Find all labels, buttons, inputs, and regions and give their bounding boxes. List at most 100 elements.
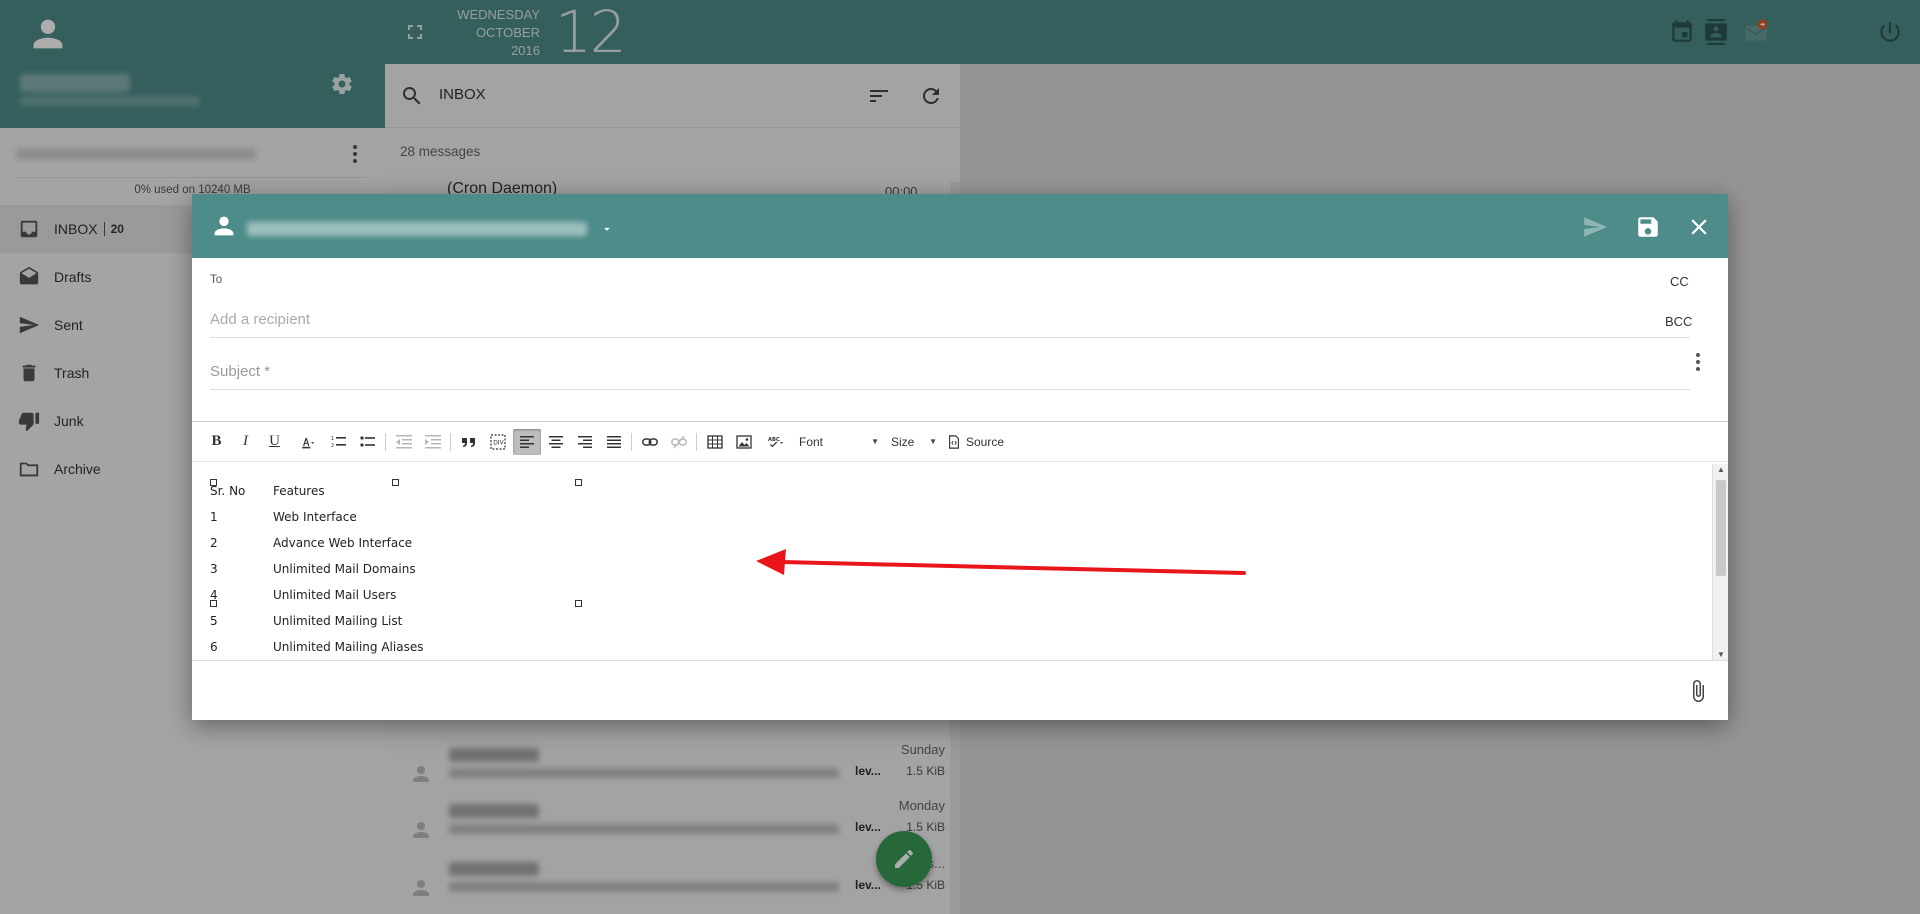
- features-table[interactable]: Sr. No Features 1 Web Interface 2 Advance Web…: [209, 478, 523, 660]
- message-body-editor[interactable]: Sr. No Features 1 Web Interface 2 Advance Web…: [192, 464, 1712, 660]
- subject-input[interactable]: [210, 354, 1690, 390]
- image-icon: [735, 434, 752, 449]
- indent-icon: [424, 434, 441, 448]
- table-resize-handle[interactable]: [575, 479, 582, 486]
- link-icon: [641, 437, 658, 446]
- size-dropdown[interactable]: Size ▼: [885, 429, 943, 455]
- cc-button[interactable]: CC: [1670, 274, 1689, 289]
- svg-text:ABC: ABC: [768, 437, 780, 443]
- paperclip-icon[interactable]: [1686, 679, 1710, 703]
- toolbar-separator: [696, 432, 697, 451]
- svg-text:2: 2: [331, 443, 334, 449]
- feature-cell[interactable]: Web Interface: [273, 504, 523, 530]
- bullet-list-icon: [359, 435, 375, 447]
- spellcheck-button[interactable]: ABC: [759, 429, 793, 455]
- features-table-body: Sr. No Features 1 Web Interface 2 Advance Web…: [209, 478, 523, 660]
- serial-number-cell[interactable]: Sr. No: [209, 478, 273, 504]
- table-resize-handle[interactable]: [575, 600, 582, 607]
- link-button[interactable]: [636, 429, 664, 455]
- font-dropdown[interactable]: Font ▼: [793, 429, 885, 455]
- annotation-arrow: [756, 549, 1246, 575]
- underline-button[interactable]: U: [261, 429, 289, 455]
- bullet-list-button[interactable]: [354, 429, 382, 455]
- bcc-button[interactable]: BCC: [1665, 314, 1692, 329]
- blockquote-button[interactable]: [455, 429, 483, 455]
- table-resize-handle[interactable]: [210, 479, 217, 486]
- serial-number-cell[interactable]: 5: [209, 608, 273, 634]
- align-right-icon: [577, 435, 592, 448]
- outdent-button[interactable]: [390, 429, 418, 455]
- close-icon[interactable]: [1686, 214, 1712, 240]
- justify-button[interactable]: [600, 429, 628, 455]
- send-icon[interactable]: [1582, 214, 1608, 240]
- div-container-button[interactable]: DIV: [484, 429, 512, 455]
- table-row: 1 Web Interface: [209, 504, 523, 530]
- svg-text:DIV: DIV: [493, 439, 504, 446]
- serial-number-cell[interactable]: 2: [209, 530, 273, 556]
- table-resize-handle[interactable]: [210, 600, 217, 607]
- source-button-label: Source: [966, 434, 1005, 449]
- text-color-button[interactable]: [290, 429, 324, 455]
- svg-text:1: 1: [331, 436, 334, 442]
- serial-number-cell[interactable]: 6: [209, 634, 273, 660]
- text-color-icon: [301, 437, 314, 448]
- table-row: 6 Unlimited Mailing Aliases: [209, 634, 523, 660]
- more-vertical-icon[interactable]: [1686, 350, 1710, 374]
- compose-header: [192, 194, 1728, 258]
- indent-button[interactable]: [419, 429, 447, 455]
- feature-cell[interactable]: Unlimited Mailing List: [273, 608, 523, 634]
- save-icon[interactable]: [1635, 214, 1661, 240]
- align-left-button[interactable]: [512, 428, 541, 455]
- spellcheck-icon: ABC: [768, 437, 783, 447]
- align-center-button[interactable]: [542, 429, 570, 455]
- scroll-down-icon[interactable]: ▼: [1717, 650, 1725, 659]
- size-dropdown-label: Size: [891, 434, 915, 449]
- recipient-input[interactable]: [210, 302, 1690, 338]
- compose-fields: To CC BCC: [192, 258, 1728, 422]
- italic-button[interactable]: I: [232, 429, 260, 455]
- table-icon: [706, 434, 723, 449]
- feature-cell[interactable]: Unlimited Mail Users: [273, 582, 523, 608]
- align-left-icon: [519, 435, 534, 448]
- table-row: 4 Unlimited Mail Users: [209, 582, 523, 608]
- chevron-down-icon[interactable]: [600, 222, 614, 236]
- div-icon: DIV: [489, 433, 506, 450]
- annotation-arrow-shaft: [780, 560, 1246, 575]
- chevron-down-icon: ▼: [929, 437, 937, 446]
- outdent-icon: [395, 434, 412, 448]
- source-icon: [949, 434, 959, 449]
- feature-cell[interactable]: Advance Web Interface: [273, 530, 523, 556]
- feature-cell[interactable]: Unlimited Mail Domains: [273, 556, 523, 582]
- toolbar-separator: [450, 432, 451, 451]
- compose-dialog: To CC BCC B I U 12 DIV: [192, 194, 1728, 720]
- table-row: 2 Advance Web Interface: [209, 530, 523, 556]
- table-row: 5 Unlimited Mailing List: [209, 608, 523, 634]
- toolbar-separator: [385, 432, 386, 451]
- numbered-list-button[interactable]: 12: [325, 429, 353, 455]
- table-header-row: Sr. No Features: [209, 478, 523, 504]
- scroll-up-icon[interactable]: ▲: [1717, 465, 1725, 474]
- serial-number-cell[interactable]: 1: [209, 504, 273, 530]
- numbered-list-icon: 12: [331, 436, 346, 449]
- feature-cell[interactable]: Unlimited Mailing Aliases: [273, 634, 523, 660]
- image-button[interactable]: [730, 429, 758, 455]
- font-dropdown-label: Font: [799, 434, 824, 449]
- table-resize-handle[interactable]: [392, 479, 399, 486]
- serial-number-cell[interactable]: 3: [209, 556, 273, 582]
- annotation-arrow-head: [756, 549, 786, 575]
- editor-scrollbar-thumb[interactable]: [1716, 480, 1726, 576]
- align-right-button[interactable]: [571, 429, 599, 455]
- editor-scrollbar[interactable]: ▲ ▼: [1712, 464, 1728, 660]
- source-button[interactable]: Source: [943, 435, 1008, 449]
- person-icon: [214, 216, 234, 236]
- compose-footer: [192, 660, 1728, 720]
- serial-number-cell[interactable]: 4: [209, 582, 273, 608]
- unlink-button[interactable]: [665, 429, 693, 455]
- bold-button[interactable]: B: [203, 429, 231, 455]
- toolbar-separator: [631, 432, 632, 451]
- table-button[interactable]: [701, 429, 729, 455]
- from-identity-redacted[interactable]: [247, 222, 587, 236]
- chevron-down-icon: ▼: [871, 437, 879, 446]
- to-label: To: [210, 274, 223, 286]
- quote-icon: [461, 437, 475, 447]
